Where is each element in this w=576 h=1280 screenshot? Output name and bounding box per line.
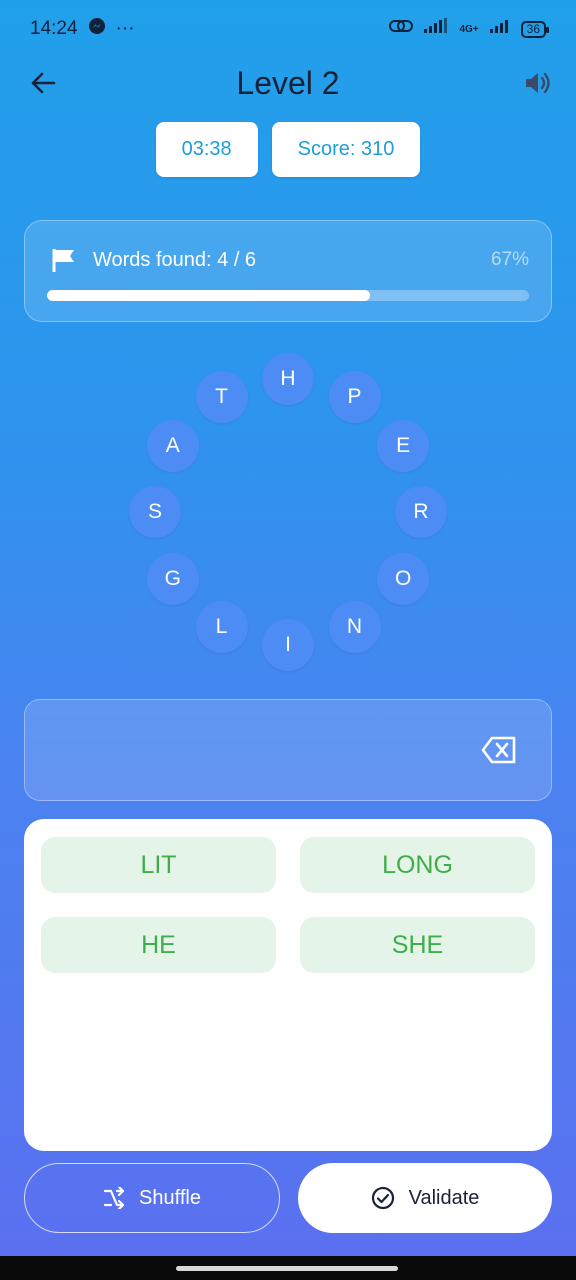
shuffle-label: Shuffle (139, 1186, 201, 1209)
found-word: LONG (300, 837, 535, 893)
found-word: LIT (41, 837, 276, 893)
letter-tile[interactable]: A (146, 419, 199, 472)
letter-wheel: HPERONILGSAT (0, 0, 576, 700)
letter-tile[interactable]: O (377, 552, 430, 605)
current-word-box (24, 699, 552, 801)
shuffle-button[interactable]: Shuffle (24, 1163, 280, 1233)
letter-tile[interactable]: N (328, 601, 381, 654)
letter-tile[interactable]: P (328, 370, 381, 423)
found-word: HE (41, 917, 276, 973)
found-words-panel: LIT LONG HE SHE (24, 819, 552, 1151)
backspace-button[interactable] (481, 736, 517, 764)
validate-button[interactable]: Validate (298, 1163, 552, 1233)
letter-tile[interactable]: G (146, 552, 199, 605)
check-circle-icon (371, 1186, 394, 1210)
letter-tile[interactable]: E (377, 419, 430, 472)
found-word: SHE (300, 917, 535, 973)
letter-tile[interactable]: I (262, 619, 314, 671)
letter-tile[interactable]: H (262, 353, 314, 405)
letter-tile[interactable]: R (395, 486, 447, 538)
letter-tile[interactable]: T (195, 370, 248, 423)
letter-tile[interactable]: S (129, 486, 181, 538)
validate-label: Validate (408, 1186, 480, 1209)
shuffle-icon (103, 1187, 125, 1209)
letter-tile[interactable]: L (195, 601, 248, 654)
backspace-icon (481, 736, 516, 764)
home-indicator[interactable] (176, 1266, 398, 1271)
bottom-actions: Shuffle Validate (24, 1163, 552, 1233)
system-nav-bar (0, 1256, 576, 1280)
